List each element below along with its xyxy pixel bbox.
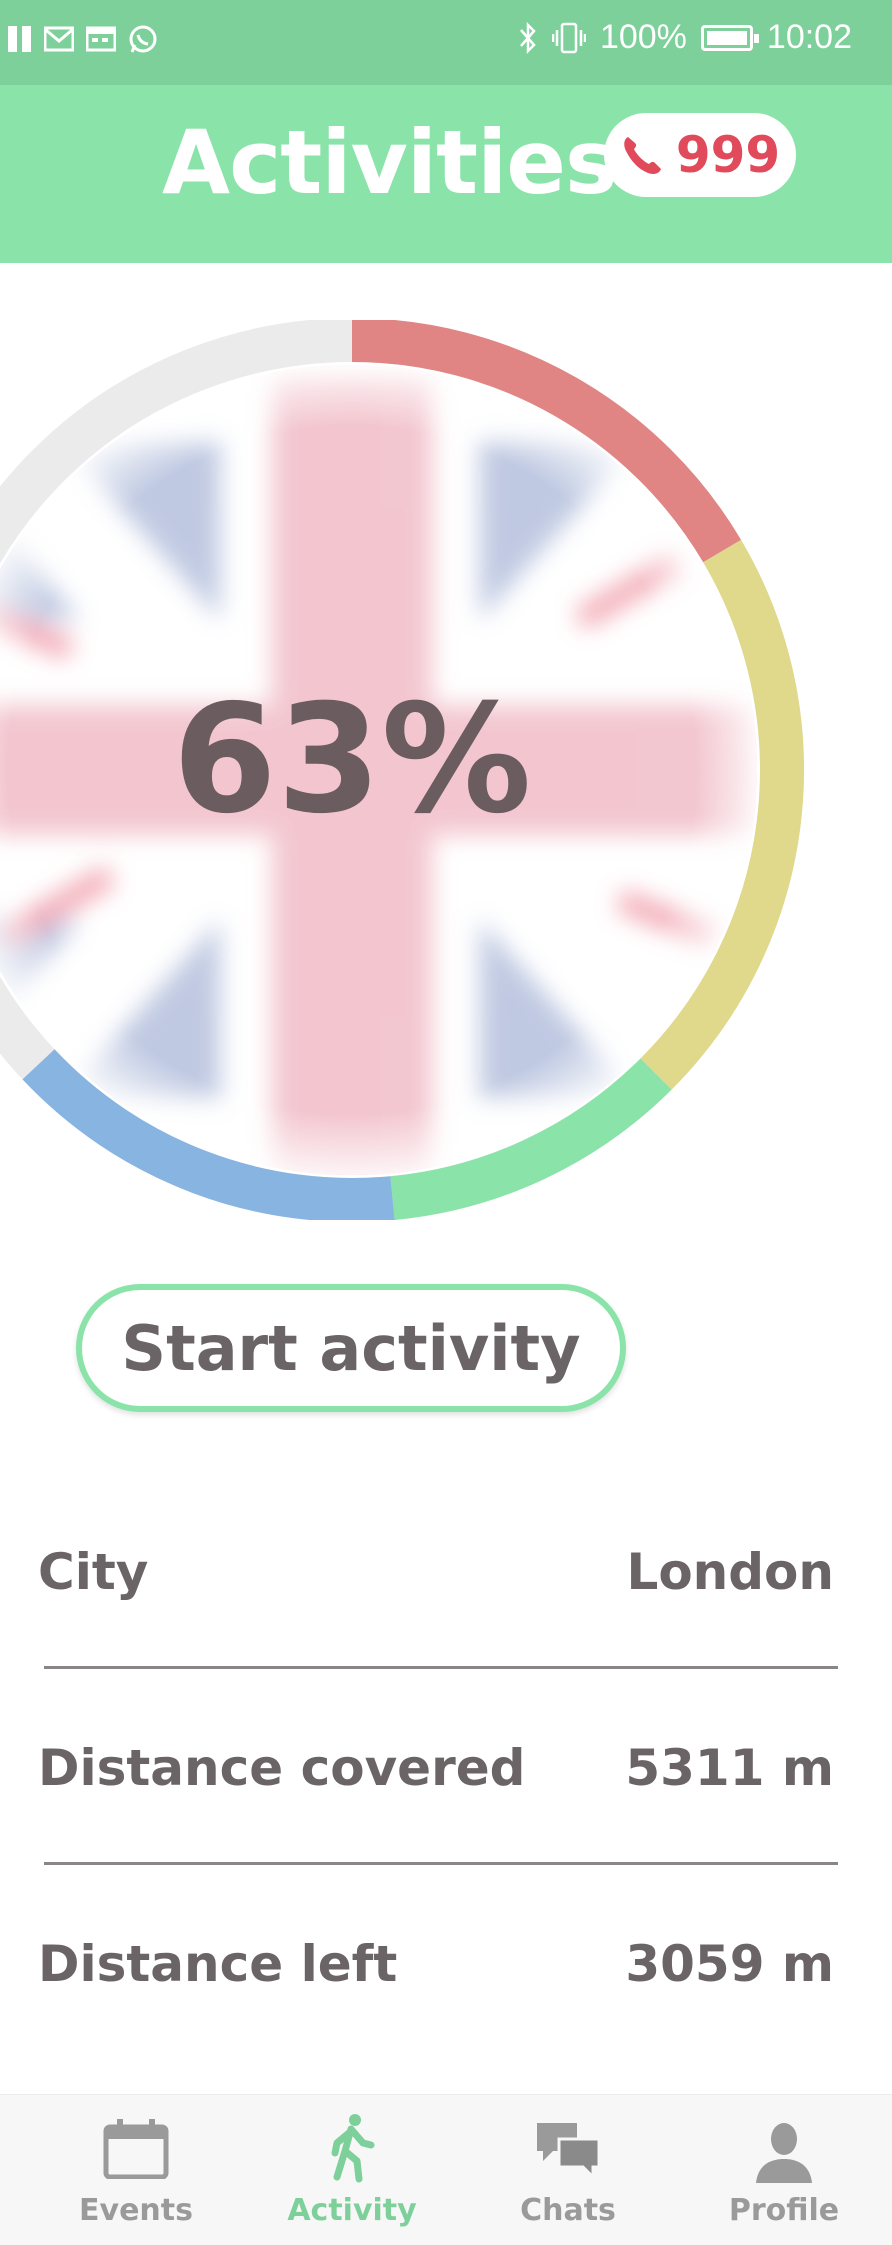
whatsapp-icon xyxy=(129,25,157,53)
nav-label: Profile xyxy=(728,2193,840,2228)
nav-item-activity[interactable]: Activity xyxy=(272,2095,432,2245)
person-icon xyxy=(756,2123,812,2183)
system-indicators: 100% 10:02 xyxy=(518,18,852,57)
nav-item-profile[interactable]: Profile xyxy=(704,2095,864,2245)
status-bar: 100% 10:02 xyxy=(0,0,892,85)
app-header: Activities 999 xyxy=(0,85,892,263)
stat-label: Distance covered xyxy=(38,1739,526,1797)
divider xyxy=(44,1666,838,1669)
bottom-navigation: Events Activity Chats Profile xyxy=(0,2094,892,2245)
nav-item-events[interactable]: Events xyxy=(56,2095,216,2245)
stat-value: London xyxy=(626,1543,834,1601)
walking-icon xyxy=(331,2114,375,2183)
bluetooth-icon xyxy=(519,21,536,54)
calendar-icon xyxy=(103,2119,169,2179)
battery-percent: 100% xyxy=(599,18,687,56)
activity-progress: 63% xyxy=(0,318,892,1222)
progress-percent: 63% xyxy=(172,673,532,847)
phone-icon xyxy=(624,137,661,174)
nav-label: Events xyxy=(79,2193,193,2228)
nav-item-chats[interactable]: Chats xyxy=(488,2095,648,2245)
stat-value: 5311 m xyxy=(625,1739,834,1797)
clock: 10:02 xyxy=(766,18,852,56)
notification-icons xyxy=(8,22,158,56)
divider xyxy=(44,1862,838,1865)
stat-value: 3059 m xyxy=(625,1935,834,1993)
emergency-call-button[interactable]: 999 xyxy=(604,113,796,197)
emergency-number: 999 xyxy=(675,126,781,184)
nav-label: Activity xyxy=(287,2193,417,2228)
gmail-icon xyxy=(44,26,74,52)
start-activity-button[interactable]: Start activity xyxy=(76,1284,626,1412)
page-title: Activities xyxy=(162,111,617,214)
stat-row-distance-left: Distance left 3059 m xyxy=(38,1924,834,2004)
stat-row-city: City London xyxy=(38,1532,834,1612)
battery-icon xyxy=(700,24,759,51)
stat-row-distance-covered: Distance covered 5311 m xyxy=(38,1728,834,1808)
pause-icon xyxy=(8,26,32,52)
stat-label: Distance left xyxy=(38,1935,398,1993)
vibrate-icon xyxy=(551,22,586,53)
nav-label: Chats xyxy=(520,2193,616,2228)
chat-bubbles-icon xyxy=(537,2123,601,2181)
calendar-notification-icon xyxy=(86,26,116,52)
stat-label: City xyxy=(38,1543,149,1601)
